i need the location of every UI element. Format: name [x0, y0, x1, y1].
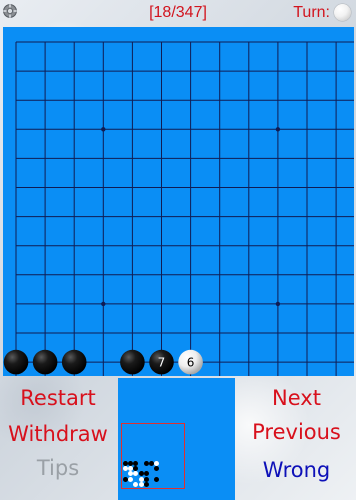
go-board[interactable]: 7652143 [3, 27, 354, 376]
next-button[interactable]: Next [237, 386, 356, 410]
minimap-black-stone [154, 476, 160, 482]
minimap-white-stone [138, 481, 144, 487]
minimap-white-stone [138, 476, 144, 482]
star-point [275, 301, 281, 307]
black-stone[interactable] [61, 349, 87, 375]
board-minimap[interactable] [118, 378, 235, 500]
stone-body [3, 349, 29, 375]
star-point [101, 301, 106, 307]
board-grid[interactable]: 7652143 [3, 27, 354, 376]
previous-button[interactable]: Previous [237, 420, 356, 444]
white-stone[interactable]: 6 [178, 349, 203, 375]
star-point [275, 127, 281, 132]
black-stone[interactable] [32, 349, 58, 375]
turn-label: Turn: [293, 4, 330, 21]
move-number-label: 7 [158, 356, 166, 370]
minimap-black-stone [143, 481, 149, 487]
withdraw-button[interactable]: Withdraw [0, 422, 116, 446]
top-bar: [18/347] Turn: [0, 0, 356, 28]
move-number-label: 6 [187, 356, 195, 370]
black-stone[interactable] [120, 349, 145, 375]
restart-button[interactable]: Restart [0, 386, 116, 410]
star-point [101, 127, 106, 132]
stone-body [61, 349, 87, 375]
minimap-black-stone [143, 476, 149, 482]
black-stone[interactable] [3, 349, 29, 375]
tips-button[interactable]: Tips [0, 456, 116, 480]
wrong-button[interactable]: Wrong [237, 458, 356, 482]
turn-indicator-stone [334, 4, 351, 21]
stone-body [120, 349, 145, 375]
left-control-panel: Restart Withdraw Tips [0, 378, 116, 500]
minimap-white-stone [128, 476, 134, 482]
right-control-panel: Next Previous Wrong [237, 378, 356, 500]
black-stone[interactable]: 7 [149, 349, 174, 375]
stone-body [32, 349, 58, 375]
